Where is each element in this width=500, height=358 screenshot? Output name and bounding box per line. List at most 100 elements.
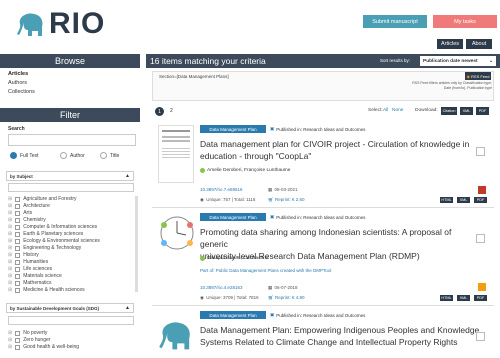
sdg-search-input[interactable] [8, 316, 134, 325]
select-none-link[interactable]: None [392, 108, 403, 113]
expand-plus-icon[interactable]: ⊞ [8, 266, 12, 272]
subject-item[interactable]: ⊞ Earth & Planetary sciences [8, 231, 83, 237]
radio-title[interactable]: Title [100, 152, 119, 159]
radio-fulltext[interactable]: Full Text [10, 152, 39, 159]
xml-button[interactable]: XML [457, 197, 470, 203]
download-citation-button[interactable]: Citation [441, 107, 457, 115]
subject-search-input[interactable] [8, 183, 134, 192]
subject-checkbox[interactable] [15, 245, 21, 251]
subject-item[interactable]: ⊞ Mathematics [8, 280, 52, 286]
subject-checkbox[interactable] [15, 259, 21, 265]
xml-button[interactable]: XML [457, 295, 470, 301]
subject-checkbox[interactable] [15, 217, 21, 223]
subject-checkbox[interactable] [15, 196, 21, 202]
expand-plus-icon[interactable]: ⊞ [8, 245, 12, 251]
radio-author[interactable]: Author [60, 152, 85, 159]
search-input[interactable] [8, 134, 136, 146]
expand-plus-icon[interactable]: ⊞ [8, 273, 12, 279]
article-thumbnail[interactable] [158, 125, 194, 183]
collection-link[interactable]: Part of: Public Data Management Plans cr… [200, 268, 331, 273]
page-1-button[interactable]: 1 [155, 107, 164, 116]
article-title[interactable]: Data Management Plan: Empowering Indigen… [200, 324, 480, 348]
page-2-button[interactable]: 2 [170, 108, 173, 114]
expand-plus-icon[interactable]: ⊞ [8, 337, 12, 343]
expand-plus-icon[interactable]: ⊞ [8, 287, 12, 293]
tab-about[interactable]: About [466, 39, 492, 49]
subject-item[interactable]: ⊞ Agriculture and Forestry [8, 196, 77, 202]
download-xml-button[interactable]: XML [460, 107, 473, 115]
collapse-arrow-icon[interactable]: ▲ [125, 305, 130, 311]
reprint-link[interactable]: 🛒︎ Reprint: € 2,60 [268, 197, 305, 203]
expand-plus-icon[interactable]: ⊞ [8, 203, 12, 209]
expand-plus-icon[interactable]: ⊞ [8, 224, 12, 230]
subject-checkbox[interactable] [15, 280, 21, 286]
download-pdf-button[interactable]: PDF [476, 107, 489, 115]
doi-link[interactable]: 10.3897/rio.7.e69616 [200, 187, 243, 192]
subject-item[interactable]: ⊞ History [8, 252, 39, 258]
subject-checkbox[interactable] [15, 210, 21, 216]
subject-item[interactable]: ⊞ Computer & Information sciences [8, 224, 97, 230]
expand-plus-icon[interactable]: ⊞ [8, 252, 12, 258]
subject-item[interactable]: ⊞ Engineering & Technology [8, 245, 81, 251]
elephant-thumbnail-icon[interactable] [158, 318, 194, 352]
subject-item[interactable]: ⊞ Humanities [8, 259, 48, 265]
sort-select[interactable]: Publication date newest ⌄ [420, 56, 496, 66]
rss-feed-button[interactable]: ◉ RSS Feed [465, 72, 491, 80]
pdf-button[interactable]: PDF [474, 197, 487, 203]
submit-manuscript-button[interactable]: Submit manuscript [363, 15, 427, 28]
subject-item[interactable]: ⊞ Arts [8, 210, 32, 216]
html-button[interactable]: HTML [440, 295, 453, 301]
subject-item[interactable]: ⊞ Materials science [8, 273, 62, 279]
sdg-item[interactable]: ⊞ Good health & well-being [8, 344, 79, 350]
subject-checkbox[interactable] [15, 231, 21, 237]
subject-filter-header[interactable]: by Subject ▲ [6, 171, 134, 181]
author-names[interactable]: Amelie Deroberi, Françoise Lunthaume [207, 168, 290, 173]
expand-plus-icon[interactable]: ⊞ [8, 344, 12, 350]
subject-checkbox[interactable] [15, 238, 21, 244]
subject-item[interactable]: ⊞ Architecture [8, 203, 50, 209]
subject-item[interactable]: ⊞ Life sciences [8, 266, 52, 272]
subject-checkbox[interactable] [15, 224, 21, 230]
sdg-checkbox[interactable] [15, 330, 21, 336]
subject-scrollbar[interactable] [135, 196, 138, 292]
article-select-checkbox[interactable] [476, 234, 485, 243]
subject-item[interactable]: ⊞ Ecology & Environmental sciences [8, 238, 100, 244]
browse-articles-link[interactable]: Articles [8, 71, 28, 77]
subject-item[interactable]: ⊞ Chemistry [8, 217, 46, 223]
sdg-filter-header[interactable]: by Sustainable Development Goals (SDG) ▲ [6, 303, 134, 313]
expand-plus-icon[interactable]: ⊞ [8, 280, 12, 286]
article-title[interactable]: Data management plan for CIVOIR project … [200, 138, 470, 162]
collapse-arrow-icon[interactable]: ▲ [125, 173, 130, 179]
subject-item[interactable]: ⊞ Medicine & Health sciences [8, 287, 85, 293]
sdg-checkbox[interactable] [15, 337, 21, 343]
subject-checkbox[interactable] [15, 203, 21, 209]
subject-checkbox[interactable] [15, 252, 21, 258]
subject-checkbox[interactable] [15, 287, 21, 293]
browse-authors-link[interactable]: Authors [8, 80, 27, 86]
article-select-checkbox[interactable] [476, 332, 485, 341]
sdg-item[interactable]: ⊞ Zero hunger [8, 337, 50, 343]
browse-collections-link[interactable]: Collections [8, 89, 35, 95]
my-tasks-button[interactable]: My tasks [433, 15, 497, 28]
html-button[interactable]: HTML [440, 197, 453, 203]
tab-articles[interactable]: Articles [437, 39, 463, 49]
expand-plus-icon[interactable]: ⊞ [8, 217, 12, 223]
expand-plus-icon[interactable]: ⊞ [8, 238, 12, 244]
expand-plus-icon[interactable]: ⊞ [8, 330, 12, 336]
subject-checkbox[interactable] [15, 273, 21, 279]
expand-plus-icon[interactable]: ⊞ [8, 196, 12, 202]
elephant-logo-icon[interactable] [16, 10, 46, 38]
pdf-badge-icon[interactable] [478, 186, 486, 194]
sdg-checkbox[interactable] [15, 344, 21, 350]
subject-checkbox[interactable] [15, 266, 21, 272]
article-select-checkbox[interactable] [476, 147, 485, 156]
pdf-button[interactable]: PDF [474, 295, 487, 301]
doi-link[interactable]: 10.3897/rio.4.e28163 [200, 285, 243, 290]
expand-plus-icon[interactable]: ⊞ [8, 259, 12, 265]
select-all-link[interactable]: All [383, 108, 388, 113]
rss-orange-icon[interactable] [478, 283, 486, 291]
clock-diagram-thumbnail[interactable] [158, 213, 196, 253]
reprint-link[interactable]: 🛒︎ Reprint: € 4,90 [268, 295, 305, 301]
expand-plus-icon[interactable]: ⊞ [8, 231, 12, 237]
author-names[interactable]: Dasapta Irawan, Cut Rachmi [207, 256, 268, 261]
